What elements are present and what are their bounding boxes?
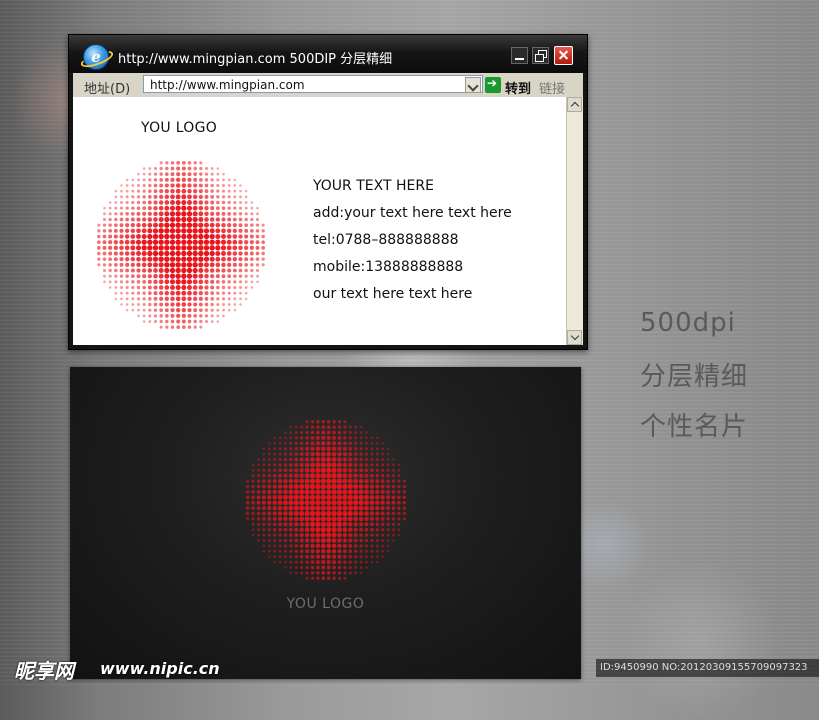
go-arrow-icon[interactable] xyxy=(485,76,501,93)
halftone-sphere-graphic xyxy=(96,160,266,330)
watermark-id: ID:9450990 NO:20120309155709097323 xyxy=(596,659,819,677)
logo-text: YOU LOGO xyxy=(141,120,218,136)
headline-text: YOUR TEXT HERE xyxy=(313,178,434,194)
halftone-sphere-graphic xyxy=(245,419,407,581)
title-bar: e http://www.mingpian.com 500DIP 分层精细 xyxy=(69,35,587,73)
links-button[interactable]: 链接 xyxy=(539,78,565,97)
card-front: YOU LOGO YOUR TEXT HERE add:your text he… xyxy=(73,97,583,345)
chevron-down-icon[interactable] xyxy=(465,77,481,93)
close-button[interactable] xyxy=(554,46,573,65)
watermark-brand: 昵享网 xyxy=(14,659,74,683)
caption-dpi: 500dpi xyxy=(640,308,736,338)
watermark-url: www.nipic.cn xyxy=(100,659,220,678)
address-text: add:your text here text here xyxy=(313,205,512,221)
window-title: http://www.mingpian.com 500DIP 分层精细 xyxy=(118,52,393,67)
caption-personal-card: 个性名片 xyxy=(640,412,749,442)
scroll-down-icon[interactable] xyxy=(567,330,582,345)
scroll-up-icon[interactable] xyxy=(567,97,582,112)
vertical-scrollbar[interactable] xyxy=(566,97,583,345)
tagline-text: our text here text here xyxy=(313,286,473,302)
go-button[interactable]: 转到 xyxy=(505,78,531,97)
ie-icon: e xyxy=(83,44,109,70)
address-bar: 地址(D) http://www.mingpian.com 转到 链接 xyxy=(73,73,583,97)
address-label: 地址(D) xyxy=(84,82,131,97)
tel-text: tel:0788–888888888 xyxy=(313,232,459,248)
card-back: YOU LOGO xyxy=(70,367,581,679)
caption-layered: 分层精细 xyxy=(640,362,749,392)
browser-window: e http://www.mingpian.com 500DIP 分层精细 地址… xyxy=(68,34,588,350)
mobile-text: mobile:13888888888 xyxy=(313,259,464,275)
restore-button[interactable] xyxy=(532,47,549,64)
address-input[interactable]: http://www.mingpian.com xyxy=(143,75,483,93)
back-logo-text: YOU LOGO xyxy=(286,596,365,612)
lens-flare xyxy=(620,560,780,720)
minimize-button[interactable] xyxy=(511,47,528,64)
